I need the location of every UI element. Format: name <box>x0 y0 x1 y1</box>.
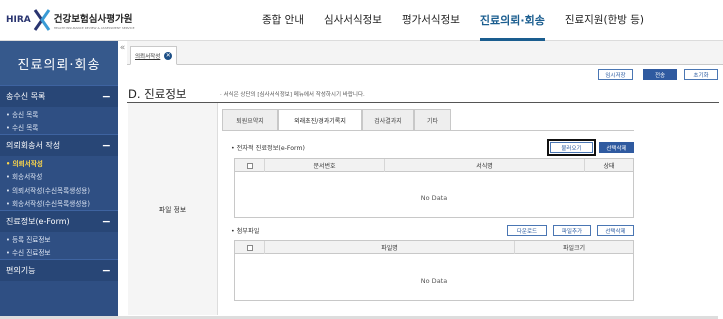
col-form-name: 서식명 <box>385 159 585 172</box>
eform-title: • 전자적 진료정보(e-Form) <box>231 145 305 152</box>
col-status: 상태 <box>603 163 615 170</box>
sidebar-section-label: 송수신 목록 <box>6 92 46 101</box>
eform-select-all[interactable] <box>235 159 265 172</box>
logo-text: 건강보험심사평가원 HEALTH INSURANCE REVIEW & ASSE… <box>54 11 135 30</box>
form-type-tabs: 퇴원요약지 외래초진/경과기록지 검사결과지 기타 <box>222 109 634 131</box>
checkbox-icon[interactable] <box>246 162 253 169</box>
sidebar-item-registered-info[interactable]: • 등록 진료정보 <box>0 232 118 246</box>
sidebar-section-eform[interactable]: 진료정보(e-Form) − <box>0 210 118 232</box>
sidebar-item-return-write-list[interactable]: • 회송서작성(수신목록생성용) <box>0 197 118 211</box>
tab-outpatient-record[interactable]: 외래초진/경과기록지 <box>278 109 362 131</box>
section-title: D. 진료정보 <box>128 87 187 101</box>
add-file-button[interactable]: 파일추가 <box>553 225 591 236</box>
col-file-size: 파일크기 <box>562 245 586 252</box>
hira-logo[interactable]: HIRA 건강보험심사평가원 HEALTH INSURANCE REVIEW &… <box>6 8 134 32</box>
sidebar-item-referral-write-list[interactable]: • 의뢰서작성(수신목록생성용) <box>0 183 118 197</box>
sidebar-item-sent-list[interactable]: • 송신 목록 <box>0 107 118 121</box>
collapse-minus-icon[interactable]: − <box>102 139 111 152</box>
tab-discharge-summary[interactable]: 퇴원요약지 <box>222 109 278 131</box>
sidebar-section-label: 의뢰회송서 작성 <box>6 141 61 150</box>
collapse-minus-icon[interactable]: − <box>102 90 111 103</box>
sidebar-item-received-list[interactable]: • 수신 목록 <box>0 121 118 135</box>
attach-table: 파일명 파일크기 No Data <box>234 240 634 301</box>
logo-sub: HEALTH INSURANCE REVIEW & ASSESSMENT SER… <box>53 25 135 30</box>
attach-title: • 첨부파일 <box>231 228 260 235</box>
global-nav: 종합 안내 심사서식정보 평가서식정보 진료의뢰·회송 진료지원(한방 등) <box>262 0 664 41</box>
logo-brand: HIRA <box>6 15 31 25</box>
tab-underline <box>222 130 634 131</box>
file-info-label: 파일 정보 <box>128 103 218 315</box>
eform-table: 문서번호 서식명 상태 No Data <box>234 158 634 218</box>
attach-delete-selected-button[interactable]: 선택삭제 <box>597 225 634 236</box>
collapse-minus-icon[interactable]: − <box>102 215 111 228</box>
sidebar-section-write[interactable]: 의뢰회송서 작성 − <box>0 134 118 156</box>
sidebar-item-return-write[interactable]: • 회송서작성 <box>0 170 118 184</box>
page-tab-strip: 의뢰서작성 ✕ <box>127 41 723 65</box>
eform-table-header: 문서번호 서식명 상태 <box>235 159 633 172</box>
tab-other[interactable]: 기타 <box>414 109 451 131</box>
attach-table-header: 파일명 파일크기 <box>235 241 633 254</box>
send-button[interactable]: 전송 <box>643 69 677 80</box>
sidebar-section-label: 편의기능 <box>6 266 36 275</box>
sidebar-collapse-icon[interactable]: « <box>118 41 127 55</box>
col-file-name: 파일명 <box>265 241 515 254</box>
sidebar: 진료의뢰·회송 송수신 목록 − • 송신 목록 • 수신 목록 의뢰회송서 작… <box>0 41 118 319</box>
nav-review-forms[interactable]: 심사서식정보 <box>324 0 382 41</box>
tab-test-results[interactable]: 검사결과지 <box>362 109 414 131</box>
logo-org: 건강보험심사평가원 <box>53 13 133 25</box>
attach-select-all[interactable] <box>235 241 265 254</box>
eform-empty-message: No Data <box>420 194 448 202</box>
sidebar-item-referral-write[interactable]: • 의뢰서작성 <box>0 156 118 170</box>
close-tab-icon[interactable]: ✕ <box>164 51 173 60</box>
sidebar-item-received-info[interactable]: • 수신 진료정보 <box>0 246 118 260</box>
nav-general-info[interactable]: 종합 안내 <box>262 0 304 41</box>
import-button-highlight <box>547 139 596 156</box>
sidebar-section-convenience[interactable]: 편의기능 − <box>0 259 118 281</box>
reset-button[interactable]: 초기화 <box>684 69 718 80</box>
collapse-minus-icon[interactable]: − <box>102 264 111 277</box>
attach-empty-message: No Data <box>420 277 448 285</box>
col-doc-number: 문서번호 <box>265 159 385 172</box>
sidebar-section-send-receive[interactable]: 송수신 목록 − <box>0 85 118 107</box>
nav-referral[interactable]: 진료의뢰·회송 <box>479 0 545 41</box>
eform-delete-selected-button[interactable]: 선택삭제 <box>599 142 634 153</box>
hira-emblem-icon <box>33 9 51 31</box>
nav-care-support[interactable]: 진료지원(한방 등) <box>565 0 644 41</box>
top-header: HIRA 건강보험심사평가원 HEALTH INSURANCE REVIEW &… <box>0 0 723 41</box>
page-tab-label: 의뢰서작성 <box>135 53 161 60</box>
download-button[interactable]: 다운로드 <box>507 225 547 236</box>
nav-evaluation-forms[interactable]: 평가서식정보 <box>402 0 460 41</box>
sidebar-title: 진료의뢰·회송 <box>0 41 118 85</box>
section-note: · 서식은 상단의 [심사서식정보] 메뉴에서 작성하시기 바랍니다. <box>220 92 365 98</box>
sidebar-section-label: 진료정보(e-Form) <box>6 217 70 226</box>
page-tab-referral-write[interactable]: 의뢰서작성 ✕ <box>130 46 178 65</box>
temp-save-button[interactable]: 임시저장 <box>598 69 633 80</box>
checkbox-icon[interactable] <box>246 244 253 251</box>
